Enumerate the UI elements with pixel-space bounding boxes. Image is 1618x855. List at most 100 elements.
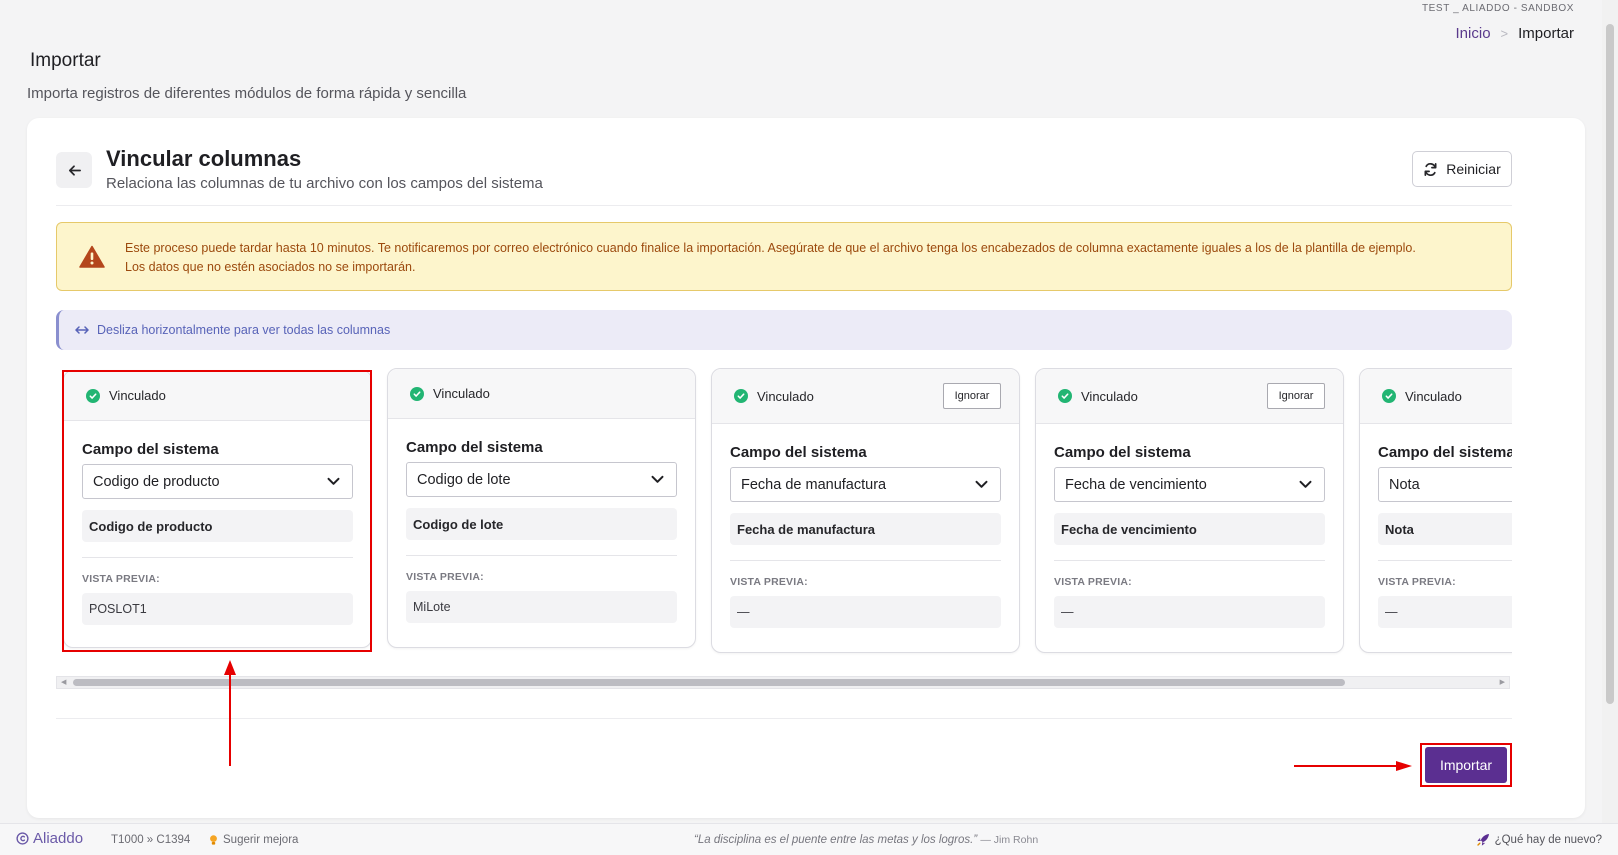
field-label: Campo del sistema: [1378, 444, 1512, 461]
breadcrumb-current: Importar: [1518, 25, 1574, 42]
chevron-down-icon: [975, 480, 988, 488]
preview-label: VISTA PREVIA:: [82, 573, 160, 585]
check-circle-icon: [86, 388, 100, 403]
column-divider: [82, 557, 353, 558]
column-status: Vinculado: [109, 388, 166, 403]
refresh-icon: [1424, 162, 1437, 176]
column-header: Vinculado: [64, 371, 371, 421]
system-field-select[interactable]: Codigo de producto: [82, 464, 353, 499]
warning-line-1: Este proceso puede tardar hasta 10 minut…: [125, 241, 1416, 255]
suggest-improvement-label: Sugerir mejora: [223, 834, 299, 846]
column-header: Vinculado Ignorar: [712, 369, 1019, 424]
page-scrollbar[interactable]: [1602, 0, 1618, 823]
mapped-field-name: Codigo de lote: [406, 508, 677, 540]
check-circle-icon: [1058, 389, 1072, 403]
column-divider: [1054, 560, 1325, 561]
field-label: Campo del sistema: [1054, 444, 1191, 461]
page-scrollbar-thumb[interactable]: [1606, 24, 1614, 704]
footer-quote-text: La disciplina es el puente entre las met…: [697, 834, 974, 846]
preview-label: VISTA PREVIA:: [730, 576, 808, 588]
field-label: Campo del sistema: [82, 441, 219, 458]
column-header: Vinculado: [1360, 369, 1512, 424]
section-subtitle: Relaciona las columnas de tu archivo con…: [106, 175, 543, 192]
footer-brand[interactable]: Aliaddo: [16, 830, 83, 847]
column-status: Vinculado: [757, 388, 814, 404]
column-header: Vinculado Ignorar: [1036, 369, 1343, 424]
system-field-select-value: Fecha de manufactura: [741, 476, 887, 493]
whats-new-link[interactable]: ¿Qué hay de nuevo?: [1476, 833, 1602, 846]
whats-new-label: ¿Qué hay de nuevo?: [1494, 833, 1602, 846]
column-card: Vinculado Campo del sistema Codigo de pr…: [63, 370, 372, 648]
column-status: Vinculado: [1405, 388, 1462, 404]
preview-value: MiLote: [406, 591, 677, 623]
column-divider: [730, 560, 1001, 561]
chevron-down-icon: [651, 475, 664, 483]
chevron-down-icon: [327, 477, 340, 485]
column-card: Vinculado Campo del sistema Codigo de lo…: [387, 368, 696, 648]
column-card: Vinculado Ignorar Campo del sistema Fech…: [711, 368, 1020, 653]
back-button[interactable]: [56, 152, 92, 188]
column-status: Vinculado: [1081, 388, 1138, 404]
column-card: Vinculado Campo del sistema Nota Nota VI…: [1359, 368, 1512, 653]
section-title: Vincular columnas: [106, 146, 302, 171]
chevron-down-icon: [1299, 480, 1312, 488]
footer-quote: “La disciplina es el puente entre las me…: [694, 834, 1039, 846]
warning-triangle-icon: [79, 245, 105, 268]
horizontal-arrows-icon: [75, 326, 89, 334]
warning-alert: Este proceso puede tardar hasta 10 minut…: [56, 222, 1512, 291]
mapped-field-name: Nota: [1378, 513, 1512, 545]
column-header: Vinculado: [388, 369, 695, 419]
environment-label: TEST _ ALIADDO - SANDBOX: [1421, 3, 1574, 14]
breadcrumb-home-link[interactable]: Inicio: [1456, 25, 1491, 42]
column-divider: [406, 555, 677, 556]
check-circle-icon: [734, 389, 748, 403]
import-button[interactable]: Importar: [1425, 747, 1507, 783]
footer-version-code: T1000 » C1394: [111, 834, 191, 846]
field-label: Campo del sistema: [730, 444, 867, 461]
preview-value: —: [1378, 596, 1512, 628]
horizontal-scrollbar-thumb[interactable]: [73, 679, 1345, 686]
system-field-select[interactable]: Fecha de vencimiento: [1054, 467, 1325, 502]
ignore-button[interactable]: Ignorar: [943, 383, 1001, 409]
scroll-right-arrow-icon[interactable]: ▶: [1500, 678, 1505, 686]
info-text: Desliza horizontalmente para ver todas l…: [97, 323, 391, 337]
breadcrumb-separator: >: [1500, 26, 1509, 41]
warning-line-2: Los datos que no estén asociados no se i…: [125, 260, 416, 274]
columns-scroller[interactable]: Vinculado Campo del sistema Codigo de pr…: [56, 368, 1512, 676]
footer-brand-name: Aliaddo: [33, 830, 84, 847]
system-field-select-value: Fecha de vencimiento: [1065, 476, 1207, 493]
system-field-select[interactable]: Fecha de manufactura: [730, 467, 1001, 502]
page-subtitle: Importa registros de diferentes módulos …: [27, 85, 467, 102]
preview-value: —: [730, 596, 1001, 628]
footer-quote-author: — Jim Rohn: [980, 834, 1039, 846]
system-field-select[interactable]: Nota: [1378, 467, 1512, 502]
info-alert: Desliza horizontalmente para ver todas l…: [56, 310, 1512, 350]
preview-label: VISTA PREVIA:: [1054, 576, 1132, 588]
system-field-select-value: Nota: [1389, 476, 1420, 493]
header-divider: [56, 205, 1512, 206]
breadcrumb: Inicio > Importar: [1456, 25, 1574, 42]
arrow-left-icon: [68, 164, 81, 176]
suggest-improvement-link[interactable]: Sugerir mejora: [208, 834, 298, 846]
warning-text: Este proceso puede tardar hasta 10 minut…: [125, 239, 1491, 277]
copyright-icon: [16, 832, 29, 845]
columns-horizontal-scrollbar[interactable]: ◀ ▶: [56, 676, 1510, 689]
preview-label: VISTA PREVIA:: [406, 571, 484, 583]
system-field-select[interactable]: Codigo de lote: [406, 462, 677, 497]
page-title: Importar: [30, 50, 101, 71]
column-card: Vinculado Ignorar Campo del sistema Fech…: [1035, 368, 1344, 653]
footer-divider: [56, 718, 1512, 719]
mapped-field-name: Fecha de vencimiento: [1054, 513, 1325, 545]
lightbulb-icon: [210, 835, 217, 845]
scroll-left-arrow-icon[interactable]: ◀: [61, 678, 66, 686]
footer-bar: Aliaddo T1000 » C1394 Sugerir mejora “La…: [0, 823, 1618, 855]
ignore-button[interactable]: Ignorar: [1267, 383, 1325, 409]
system-field-select-value: Codigo de producto: [93, 473, 220, 490]
link-columns-card: Vincular columnas Relaciona las columnas…: [27, 118, 1585, 818]
preview-label: VISTA PREVIA:: [1378, 576, 1456, 588]
check-circle-icon: [1382, 389, 1396, 403]
reset-button[interactable]: Reiniciar: [1412, 151, 1512, 187]
reset-button-label: Reiniciar: [1446, 161, 1501, 177]
column-divider: [1378, 560, 1512, 561]
preview-value: POSLOT1: [82, 593, 353, 625]
